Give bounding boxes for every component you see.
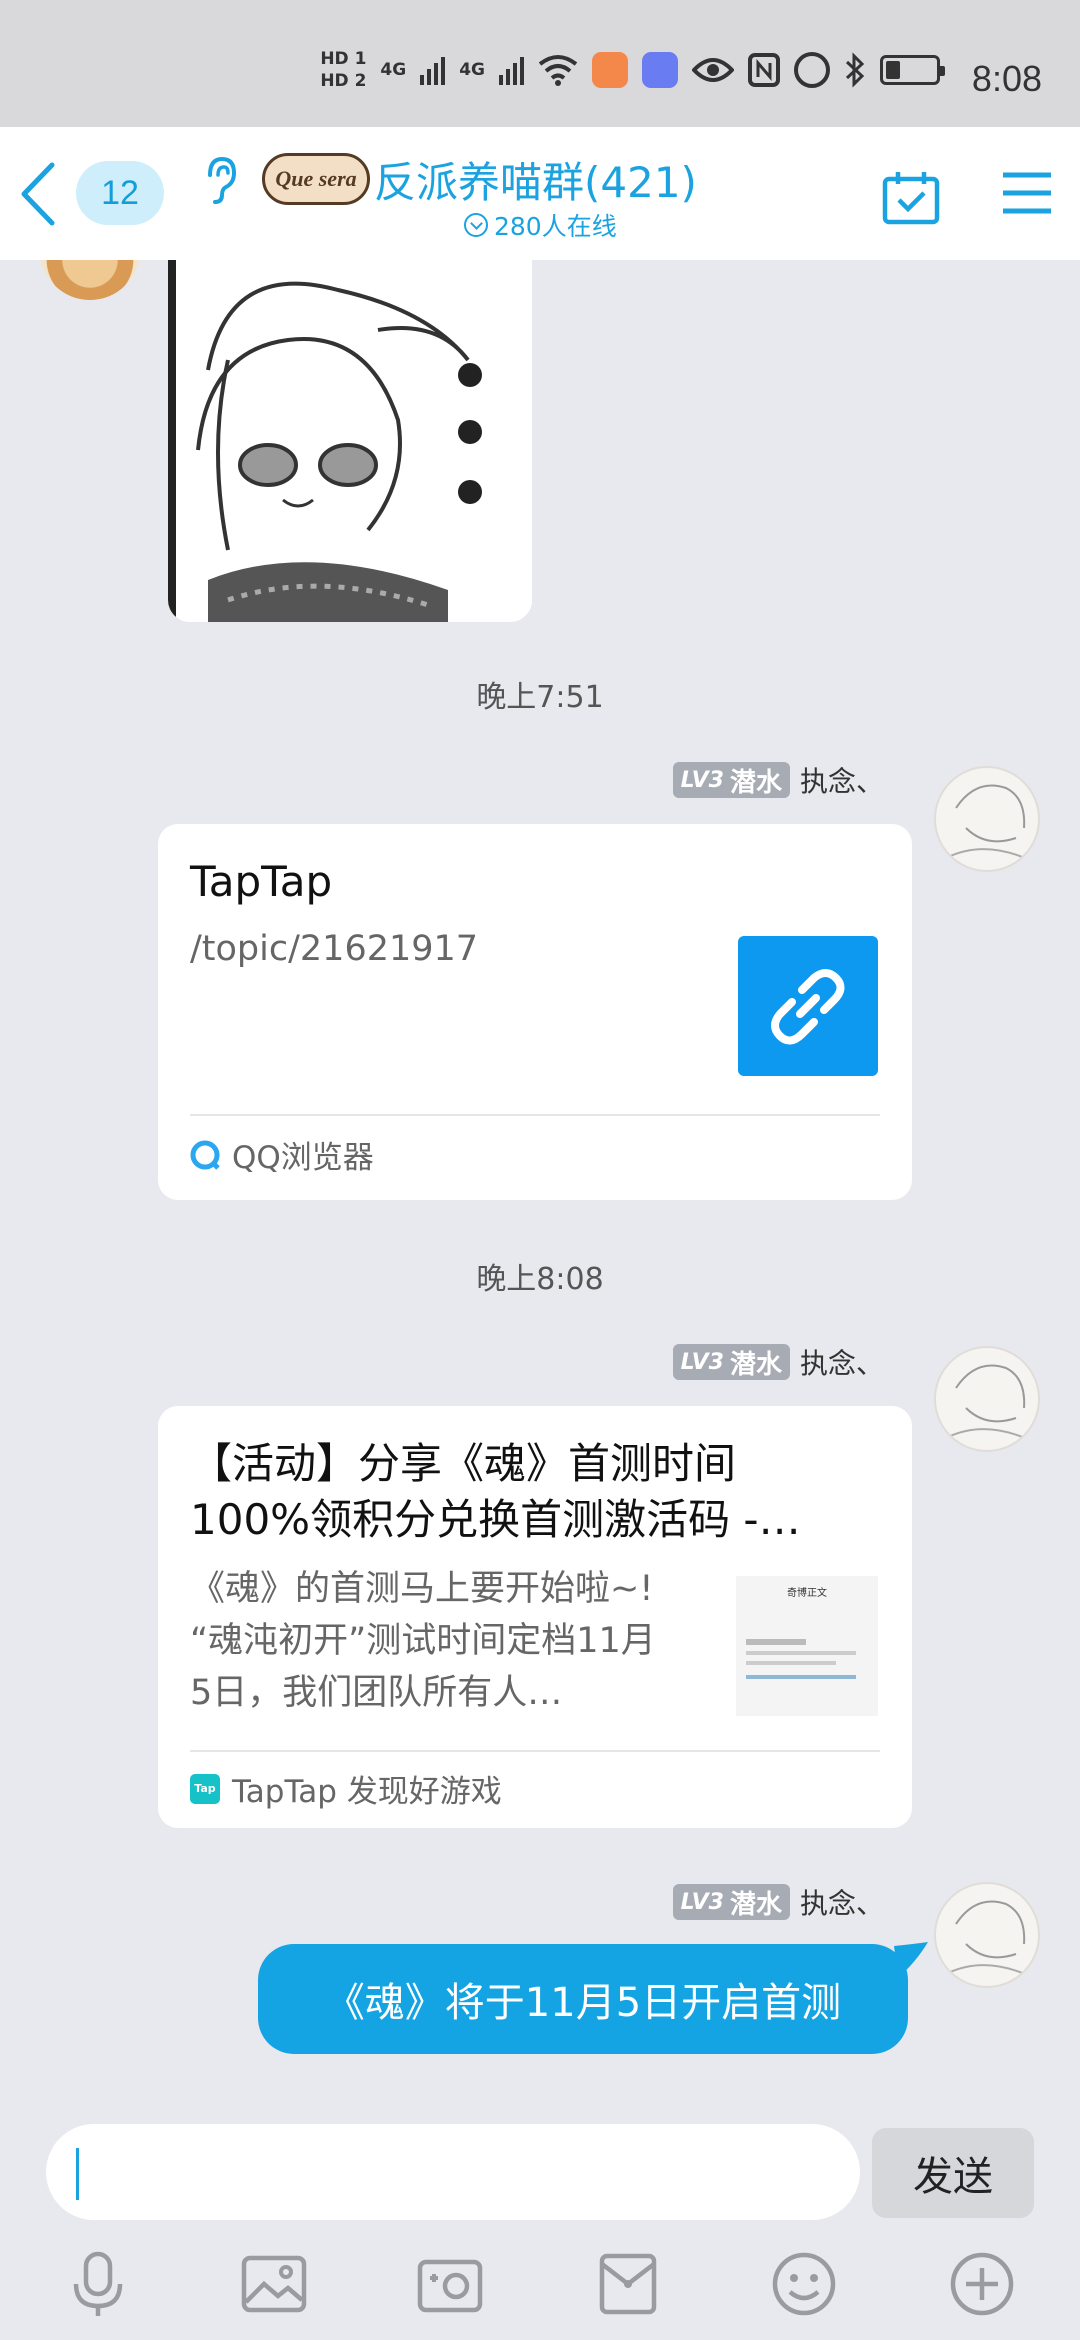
card-description-line: “魂沌初开”测试时间定档11月 [190,1621,656,1661]
group-logo: Que sera [262,153,370,205]
health-app-icon [592,52,628,88]
image-icon[interactable] [238,2248,310,2320]
sender-name[interactable]: 执念、 [800,1882,884,1922]
back-button[interactable] [14,159,64,229]
chevron-down-icon [464,213,488,237]
avatar-image [945,784,1037,864]
nfc-icon [748,53,780,87]
status-bar: HD 1 HD 2 4G 4G 8:08 [0,0,1080,127]
message-timestamp: 晚上7:51 [476,680,604,715]
mic-icon[interactable] [62,2248,134,2320]
plus-icon[interactable] [946,2248,1018,2320]
thumbnail-title: 奇博正文 [787,1588,827,1599]
sender-name[interactable]: 执念、 [800,760,884,800]
network-type-2: 4G [459,60,485,80]
online-count: 280人在线 [494,212,617,241]
avatar-image [945,1364,1037,1444]
sim-indicator: HD 1 HD 2 [320,49,367,91]
card-source: Tap TapTap 发现好游戏 [190,1766,502,1811]
music-app-icon [642,52,678,88]
sender-info: LV3 潜水 执念、 [672,760,884,800]
card-divider [190,1750,880,1752]
level-badge: LV3 潜水 [672,762,790,798]
emoji-icon[interactable] [768,2248,840,2320]
thumbnail-line [746,1675,856,1679]
group-name[interactable]: 反派养喵群(421) [374,149,697,210]
red-packet-icon[interactable] [592,2248,664,2320]
thumbnail-line [746,1661,836,1665]
avatar[interactable] [934,766,1040,872]
camera-icon[interactable] [414,2248,486,2320]
article-card[interactable]: 【活动】分享《魂》首测时间 100%领积分兑换首测激活码 -… 《魂》的首测马上… [158,1406,912,1828]
card-divider [190,1114,880,1116]
sender-info: LV3 潜水 执念、 [672,1342,884,1382]
card-description: /topic/21621917 [190,929,479,969]
link-card[interactable]: TapTap /topic/21621917 QQ浏览器 [158,824,912,1200]
clock: 8:08 [971,58,1042,99]
thumbnail-line [746,1651,856,1655]
signal-icon [420,55,446,85]
ear-icon[interactable] [200,155,240,205]
level-badge: LV3 潜水 [672,1884,790,1920]
menu-icon[interactable] [1000,169,1054,217]
text-message-bubble[interactable]: 《魂》将于11月5日开启首测 [258,1944,908,2054]
message-timestamp: 晚上8:08 [476,1262,604,1297]
avatar[interactable] [40,260,140,300]
sender-info: LV3 潜水 执念、 [672,1882,884,1922]
avatar[interactable] [934,1882,1040,1988]
thumbnail-line [746,1639,806,1645]
online-status[interactable]: 280人在线 [464,207,617,243]
card-description-line: 《魂》的首测马上要开始啦~! [190,1569,654,1609]
input-bar: 发送 [0,2100,1080,2340]
card-source: QQ浏览器 [190,1132,374,1177]
sticker-image [168,260,532,622]
level-badge: LV3 潜水 [672,1344,790,1380]
wifi-icon [538,55,578,86]
image-message[interactable] [168,260,532,622]
alarm-icon [794,52,830,88]
calendar-icon[interactable] [882,169,940,225]
signal-icon [499,55,524,85]
unread-count-badge[interactable]: 12 [76,161,164,225]
card-title-line: 100%领积分兑换首测激活码 -… [190,1495,801,1544]
sender-name[interactable]: 执念、 [800,1342,884,1382]
article-thumbnail: 奇博正文 [736,1576,878,1716]
card-description-line: 5日，我们团队所有人… [190,1673,563,1713]
link-icon [771,969,845,1045]
avatar[interactable] [934,1346,1040,1452]
message-input[interactable] [46,2124,860,2220]
bluetooth-icon [845,52,865,88]
taptap-icon: Tap [190,1773,220,1804]
text-cursor [76,2148,79,2200]
message-list[interactable]: 晚上7:51 LV3 潜水 执念、 TapTap /topic/21621917 … [0,260,1080,2100]
card-title-line: 【活动】分享《魂》首测时间 [190,1439,737,1488]
card-title: TapTap [190,857,333,906]
link-thumbnail [738,936,878,1076]
send-button[interactable]: 发送 [872,2128,1034,2218]
chat-header: 12 Que sera 反派养喵群(421) 280人在线 [0,127,1080,260]
qq-browser-icon [190,1140,220,1170]
battery-icon [880,55,945,85]
avatar-image [945,1900,1037,1980]
eye-icon [692,58,734,82]
network-type-1: 4G [380,60,407,80]
